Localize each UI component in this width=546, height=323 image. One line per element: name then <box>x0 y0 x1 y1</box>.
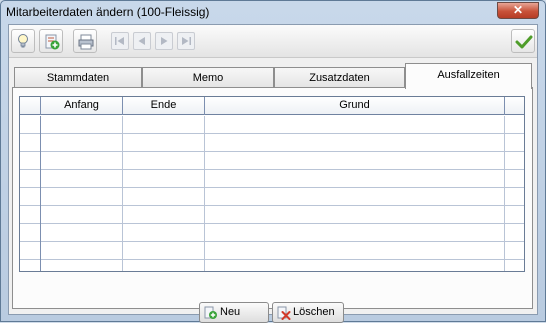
ausfallzeiten-panel: Anfang Ende Grund Neu Löschen <box>12 87 533 323</box>
cell-ende[interactable] <box>123 188 205 206</box>
help-button[interactable] <box>11 29 35 53</box>
cell-ende[interactable] <box>123 134 205 152</box>
table-row[interactable] <box>20 206 524 224</box>
tab-label: Memo <box>192 72 224 84</box>
table-row[interactable] <box>20 242 524 260</box>
tab-label: Zusatzdaten <box>309 72 370 84</box>
cell-ende[interactable] <box>123 116 205 134</box>
last-record-button[interactable] <box>177 32 195 50</box>
cell-grund[interactable] <box>205 116 505 134</box>
cell-ende[interactable] <box>123 224 205 242</box>
cell-anfang[interactable] <box>41 224 123 242</box>
table-row[interactable] <box>20 116 524 134</box>
row-indicator <box>20 242 41 260</box>
last-record-icon <box>182 37 191 45</box>
cell-ende[interactable] <box>123 152 205 170</box>
dialog-client-area: Stammdaten Memo Zusatzdaten Ausfallzeite… <box>8 24 538 323</box>
cell-grund[interactable] <box>205 242 505 260</box>
row-indicator <box>20 188 41 206</box>
new-button-label: Neu <box>220 306 241 318</box>
cell-grund[interactable] <box>205 260 505 271</box>
cell-ende[interactable] <box>123 260 205 271</box>
cell-anfang[interactable] <box>41 260 123 271</box>
previous-record-icon <box>138 37 145 45</box>
table-row[interactable] <box>20 152 524 170</box>
cell-anfang[interactable] <box>41 206 123 224</box>
tab-ausfallzeiten[interactable]: Ausfallzeiten <box>405 63 532 89</box>
cell-grund[interactable] <box>205 206 505 224</box>
tab-stammdaten[interactable]: Stammdaten <box>14 67 142 89</box>
next-record-icon <box>161 37 168 45</box>
lightbulb-icon <box>18 34 28 48</box>
toolbar <box>9 25 537 58</box>
row-indicator <box>20 170 41 188</box>
absence-grid[interactable]: Anfang Ende Grund <box>19 96 525 272</box>
cell-anfang[interactable] <box>41 134 123 152</box>
row-indicator <box>20 224 41 242</box>
previous-record-button[interactable] <box>133 32 151 50</box>
row-indicator <box>20 206 41 224</box>
table-row[interactable] <box>20 134 524 152</box>
table-row[interactable] <box>20 224 524 242</box>
close-icon: ✕ <box>512 3 524 17</box>
first-record-icon <box>115 37 124 45</box>
cell-grund[interactable] <box>205 170 505 188</box>
cell-anfang[interactable] <box>41 188 123 206</box>
new-button[interactable]: Neu <box>199 302 269 323</box>
cell-grund[interactable] <box>205 152 505 170</box>
cell-grund[interactable] <box>205 134 505 152</box>
print-button[interactable] <box>73 29 97 53</box>
new-record-button[interactable] <box>39 29 63 53</box>
cell-anfang[interactable] <box>41 116 123 134</box>
grid-header: Anfang Ende Grund <box>20 97 524 115</box>
cell-ende[interactable] <box>123 242 205 260</box>
table-row[interactable] <box>20 188 524 206</box>
table-row[interactable] <box>20 260 524 271</box>
close-button[interactable]: ✕ <box>497 2 539 19</box>
tab-zusatzdaten[interactable]: Zusatzdaten <box>274 67 405 89</box>
delete-icon <box>277 306 291 320</box>
cell-grund[interactable] <box>205 188 505 206</box>
column-header-ende[interactable]: Ende <box>123 97 205 115</box>
row-indicator-header <box>20 97 41 115</box>
column-header-anfang[interactable]: Anfang <box>41 97 123 115</box>
next-record-button[interactable] <box>155 32 173 50</box>
cell-ende[interactable] <box>123 170 205 188</box>
dialog-window: Mitarbeiterdaten ändern (100-Fleissig) ✕ <box>0 0 546 323</box>
cell-anfang[interactable] <box>41 242 123 260</box>
cell-ende[interactable] <box>123 206 205 224</box>
cell-anfang[interactable] <box>41 170 123 188</box>
tab-label: Stammdaten <box>46 72 110 84</box>
tab-label: Ausfallzeiten <box>437 69 500 81</box>
column-header-grund[interactable]: Grund <box>205 97 505 115</box>
row-indicator <box>20 116 41 134</box>
title-bar[interactable]: Mitarbeiterdaten ändern (100-Fleissig) ✕ <box>1 1 545 23</box>
tab-memo[interactable]: Memo <box>142 67 274 89</box>
table-row[interactable] <box>20 170 524 188</box>
window-title: Mitarbeiterdaten ändern (100-Fleissig) <box>6 5 210 19</box>
cell-grund[interactable] <box>205 224 505 242</box>
row-indicator <box>20 260 41 271</box>
first-record-button[interactable] <box>111 32 129 50</box>
cell-anfang[interactable] <box>41 152 123 170</box>
delete-button[interactable]: Löschen <box>272 302 344 323</box>
printer-icon <box>78 34 94 50</box>
row-indicator <box>20 134 41 152</box>
row-indicator <box>20 152 41 170</box>
confirm-button[interactable] <box>511 29 535 53</box>
add-document-icon <box>45 34 60 50</box>
delete-button-label: Löschen <box>293 306 335 318</box>
checkmark-icon <box>515 35 533 49</box>
add-icon <box>204 306 217 319</box>
